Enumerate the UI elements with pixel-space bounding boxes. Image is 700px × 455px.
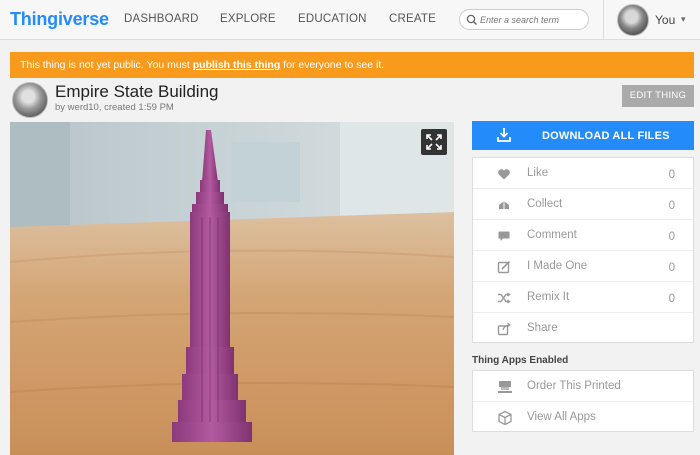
comment-label: Comment	[527, 229, 577, 241]
cube-icon	[498, 410, 512, 426]
remix-count: 0	[668, 293, 675, 305]
download-label: DOWNLOAD ALL FILES	[542, 130, 670, 142]
expand-icon	[426, 134, 442, 150]
search-box[interactable]	[459, 9, 589, 30]
comment-count: 0	[668, 231, 675, 243]
view-all-apps-label: View All Apps	[527, 411, 596, 423]
remix-action[interactable]: Remix It 0	[473, 282, 693, 313]
thing-apps-panel: Order This Printed View All Apps	[472, 370, 694, 432]
view-all-apps[interactable]: View All Apps	[473, 402, 693, 433]
download-icon	[497, 128, 511, 142]
thing-byline: by werd10, created 1:59 PM	[55, 102, 174, 113]
user-avatar[interactable]	[617, 4, 649, 36]
collect-action[interactable]: Collect 0	[473, 189, 693, 220]
search-input[interactable]	[480, 12, 584, 27]
collect-icon	[499, 201, 509, 209]
chevron-down-icon[interactable]: ▾	[681, 14, 686, 25]
comment-action[interactable]: Comment 0	[473, 220, 693, 251]
remix-label: Remix It	[527, 291, 570, 303]
creator-avatar[interactable]	[12, 82, 48, 118]
like-action[interactable]: Like 0	[473, 158, 693, 189]
expand-fullscreen-button[interactable]	[421, 129, 447, 155]
made-one-icon	[497, 260, 511, 274]
download-all-files-button[interactable]: DOWNLOAD ALL FILES	[472, 121, 694, 150]
user-divider	[603, 0, 604, 40]
made-one-count: 0	[668, 262, 675, 274]
user-menu-label[interactable]: You	[655, 13, 675, 27]
collect-label: Collect	[527, 198, 563, 210]
edit-thing-button[interactable]: EDIT THING	[622, 85, 694, 107]
notice-text-before: This thing is not yet public. You must	[20, 59, 193, 71]
shuffle-icon	[498, 292, 511, 304]
nav-education[interactable]: EDUCATION	[298, 13, 367, 25]
unpublished-notice-banner: This thing is not yet public. You must p…	[10, 52, 694, 78]
thing-apps-header: Thing Apps Enabled	[472, 355, 569, 366]
comment-icon	[498, 231, 510, 241]
nav-explore[interactable]: EXPLORE	[220, 13, 276, 25]
thingiverse-logo[interactable]: Thingiverse	[10, 9, 109, 30]
empire-state-building-model-image	[10, 122, 454, 455]
order-printed-label: Order This Printed	[527, 380, 621, 392]
like-label: Like	[527, 167, 549, 179]
top-navigation-bar: Thingiverse DASHBOARD EXPLORE EDUCATION …	[0, 0, 700, 40]
nav-dashboard[interactable]: DASHBOARD	[124, 13, 199, 25]
share-icon	[497, 322, 511, 336]
printer-icon	[498, 381, 512, 393]
made-one-action[interactable]: I Made One 0	[473, 251, 693, 282]
thing-title: Empire State Building	[55, 82, 219, 101]
like-count: 0	[668, 169, 675, 181]
search-icon	[466, 14, 478, 26]
made-one-label: I Made One	[527, 260, 588, 272]
nav-create[interactable]: CREATE	[389, 13, 436, 25]
share-label: Share	[527, 322, 558, 334]
thing-photo	[10, 122, 454, 455]
collect-count: 0	[668, 200, 675, 212]
notice-text-after: for everyone to see it.	[280, 59, 385, 71]
share-action[interactable]: Share	[473, 313, 693, 344]
order-printed-app[interactable]: Order This Printed	[473, 371, 693, 402]
thing-actions-panel: Like 0 Collect 0 Comment 0 I Made One 0	[472, 157, 694, 343]
publish-thing-link[interactable]: publish this thing	[193, 59, 281, 71]
heart-icon	[498, 169, 510, 180]
